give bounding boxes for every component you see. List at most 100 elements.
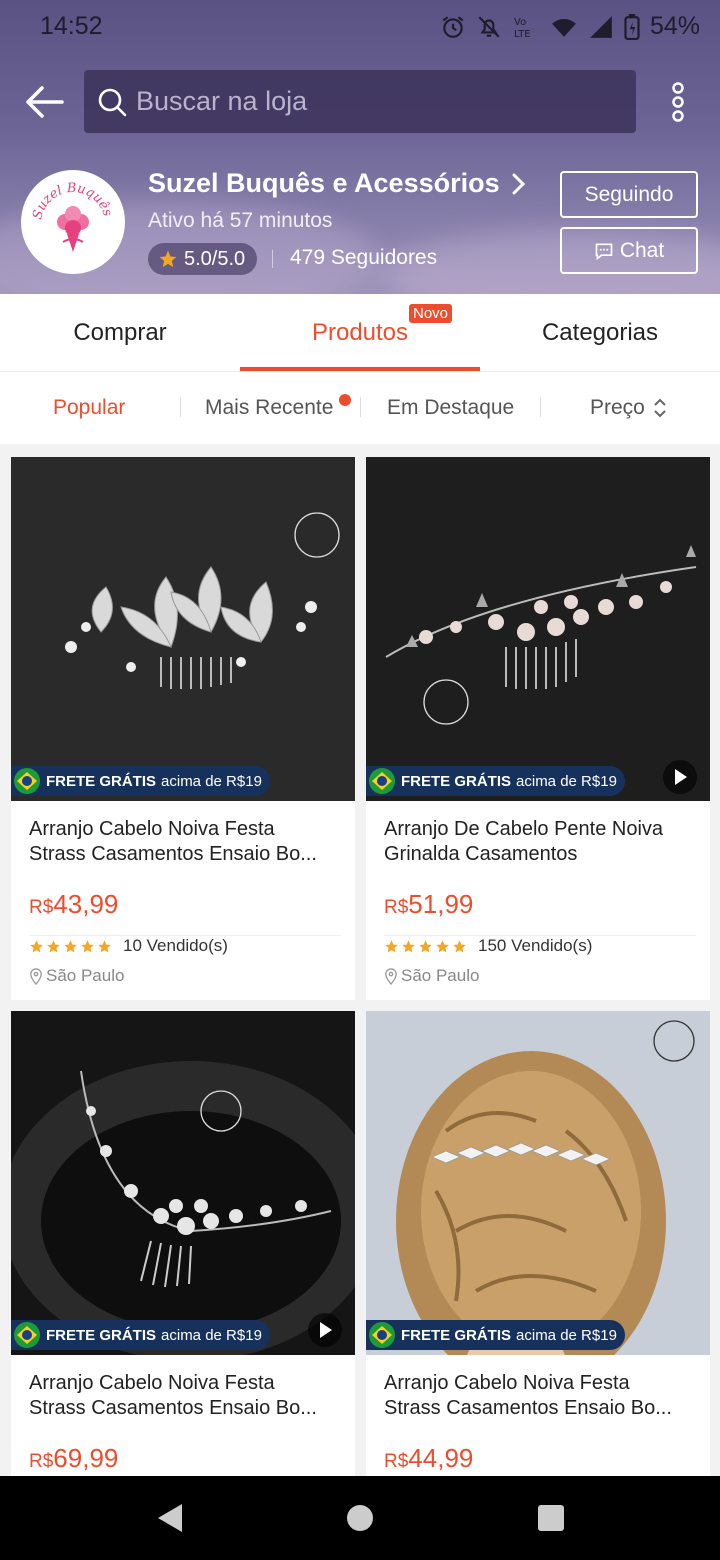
nav-back-button[interactable] [140,1476,200,1560]
free-shipping-amount: acima de R$19 [516,1326,617,1344]
free-shipping-label: FRETE GRÁTIS [401,1326,512,1344]
tab-categorias[interactable]: Categorias [480,294,720,372]
shop-header: 14:52 Vo LTE 54% Buscar na loja Suzel Bu… [0,0,720,294]
back-button[interactable] [22,80,66,124]
location-pin-icon [385,967,397,985]
sort-label: Preço [590,396,645,419]
product-image [366,1011,710,1355]
tab-label: Produtos [311,319,409,346]
divider [540,397,541,417]
battery-icon [624,13,640,40]
rating-stars [384,939,467,954]
brazil-flag-icon [369,1322,395,1348]
product-location: São Paulo [384,966,479,986]
brazil-flag-icon [14,1322,40,1348]
tab-comprar[interactable]: Comprar [0,294,240,372]
nav-recents-button[interactable] [521,1476,581,1560]
free-shipping-amount: acima de R$19 [516,772,617,790]
chevron-right-icon [512,173,525,194]
star-icon [81,940,94,953]
following-button[interactable]: Seguindo [560,171,698,218]
sold-count: 10 Vendido(s) [123,936,228,955]
chat-label: Chat [619,238,665,262]
pearl-comb-image [366,457,710,801]
hair-comb-image [11,457,355,801]
free-shipping-label: FRETE GRÁTIS [401,772,512,790]
sort-label: Em Destaque [387,396,515,419]
sort-mais-recente[interactable]: Mais Recente [205,372,333,444]
divider [360,397,361,417]
followers-count[interactable]: 479 Seguidores [290,246,437,270]
battery-percent: 54% [649,12,700,40]
location-pin-icon [30,967,42,985]
product-title: Arranjo Cabelo Noiva Festa Strass Casamen… [384,1372,672,1419]
free-shipping-badge: FRETE GRÁTIS acima de R$19 [11,1320,270,1350]
triangle-back-icon [158,1504,182,1532]
mute-notifications-icon [478,15,500,38]
sort-bar: Popular Mais Recente Em Destaque Preço [0,372,720,444]
tab-label: Categorias [541,319,659,346]
free-shipping-badge: FRETE GRÁTIS acima de R$19 [366,1320,625,1350]
product-card[interactable]: FRETE GRÁTIS acima de R$19 Arranjo Cabel… [366,1011,710,1476]
shop-tabs: Comprar Produtos Categorias [0,294,720,372]
brazil-flag-icon [14,768,40,794]
sort-preco[interactable]: Preço [590,372,667,444]
rating-stars [29,939,112,954]
pearl-vine-image [11,1011,355,1355]
circle-home-icon [347,1505,373,1531]
star-icon [159,250,177,267]
sold-count: 150 Vendido(s) [478,936,593,955]
chat-bubble-icon [595,243,613,260]
hairstyle-image [366,1011,710,1355]
video-play-button[interactable] [308,1313,342,1347]
free-shipping-label: FRETE GRÁTIS [46,1326,157,1344]
free-shipping-label: FRETE GRÁTIS [46,772,157,790]
status-bar: 14:52 Vo LTE 54% [0,0,720,54]
star-icon [30,940,43,953]
square-recents-icon [538,1505,564,1531]
active-tab-indicator [240,367,480,371]
product-title: Arranjo Cabelo Noiva Festa Strass Casamen… [29,1372,317,1419]
bouquet-logo-icon: Suzel Buquês [25,174,121,270]
nav-home-button[interactable] [330,1476,390,1560]
star-icon [47,940,60,953]
shop-active-status: Ativo há 57 minutos [148,209,333,232]
product-price: R$51,99 [384,889,474,919]
search-icon [98,88,127,116]
shop-rating[interactable]: 5.0/5.0 [148,243,258,275]
star-icon [419,940,432,953]
shop-logo[interactable]: Suzel Buquês [21,170,125,274]
play-icon [320,1322,332,1338]
free-shipping-badge: FRETE GRÁTIS acima de R$19 [11,766,270,796]
search-input[interactable]: Buscar na loja [84,70,636,133]
product-title: Arranjo De Cabelo Pente Noiva Grinalda Ca… [384,818,664,865]
product-card[interactable]: FRETE GRÁTIS acima de R$19 Arranjo Cabel… [11,1011,355,1476]
star-icon [98,940,111,953]
shop-name-link[interactable]: Suzel Buquês e Acessórios [148,168,528,199]
star-icon [385,940,398,953]
search-placeholder: Buscar na loja [136,86,308,116]
wifi-icon [552,18,576,37]
divider [272,250,273,268]
more-options-button[interactable] [666,80,690,124]
volte-icon: VoLTE [514,17,531,40]
status-icons: Vo LTE 54% [440,12,700,41]
more-vertical-icon [672,82,684,122]
product-image [11,1011,355,1355]
sort-updown-icon [654,398,666,418]
chat-button[interactable]: Chat [560,227,698,274]
product-card[interactable]: FRETE GRÁTIS acima de R$19 Arranjo De Ca… [366,457,710,1000]
product-card[interactable]: FRETE GRÁTIS acima de R$19 Arranjo Cabel… [11,457,355,1000]
following-label: Seguindo [584,182,674,206]
signal-icon [590,15,612,38]
system-navigation-bar [0,1476,720,1560]
alarm-icon [442,15,464,38]
shop-name: Suzel Buquês e Acessórios [148,168,500,198]
sort-popular[interactable]: Popular [53,372,125,444]
rating-value: 5.0/5.0 [184,247,246,270]
video-play-button[interactable] [663,760,697,794]
shop-screen: 14:52 Vo LTE 54% Buscar na loja Suzel Bu… [0,0,720,1560]
tab-label: Comprar [73,319,167,346]
sort-em-destaque[interactable]: Em Destaque [387,372,514,444]
brazil-flag-icon [369,768,395,794]
